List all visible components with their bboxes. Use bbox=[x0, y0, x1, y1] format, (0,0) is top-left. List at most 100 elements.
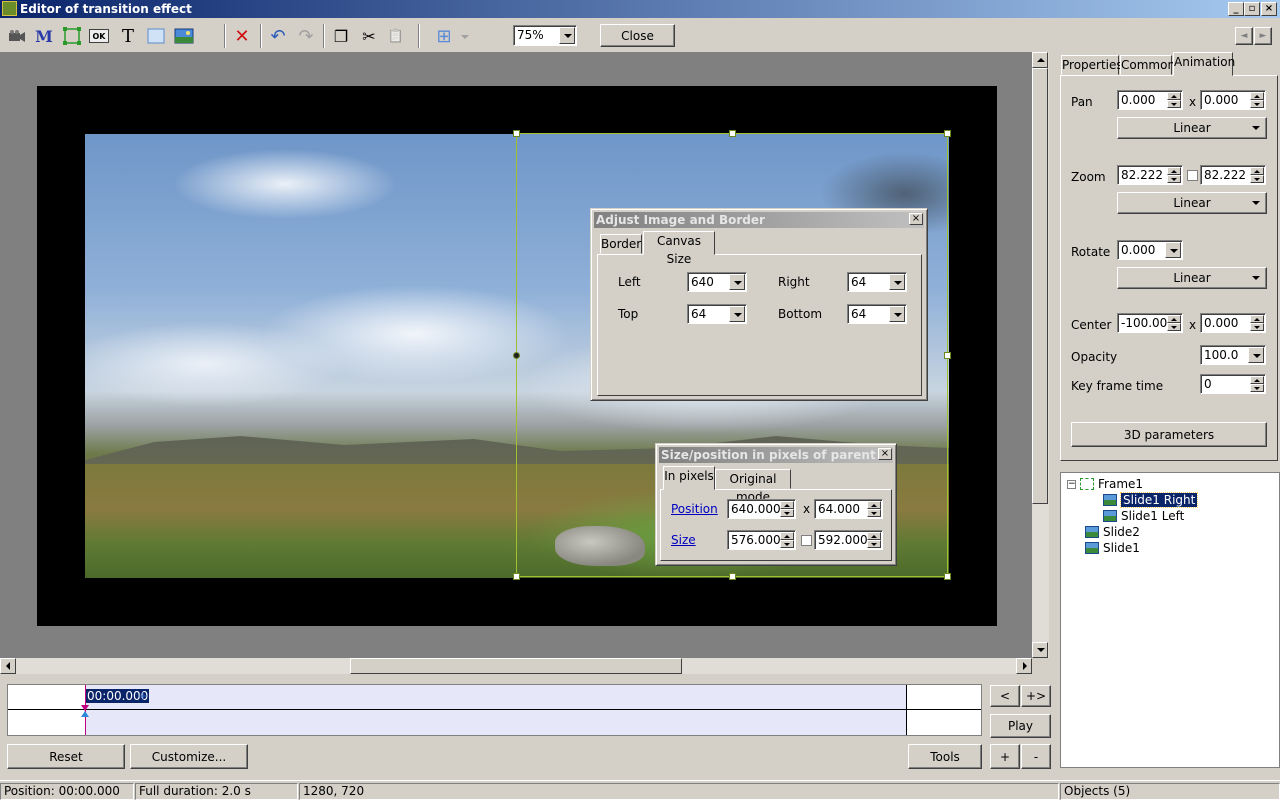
spinner[interactable] bbox=[1167, 315, 1181, 331]
canvas-vertical-scrollbar[interactable] bbox=[1032, 52, 1049, 658]
rotate-mode-dropdown[interactable]: Linear bbox=[1117, 267, 1267, 289]
rectangle-icon[interactable] bbox=[145, 25, 167, 47]
center-x-input[interactable]: -100.000 bbox=[1117, 313, 1183, 333]
tree-item-slide2[interactable]: Slide2 bbox=[1085, 525, 1140, 539]
camera-icon[interactable] bbox=[6, 25, 28, 47]
zoom-mode-dropdown[interactable]: Linear bbox=[1117, 192, 1267, 214]
minimize-button[interactable]: _ bbox=[1228, 2, 1244, 16]
nav-right-button[interactable]: ► bbox=[1254, 27, 1272, 45]
reset-button[interactable]: Reset bbox=[7, 744, 125, 769]
tools-button[interactable]: Tools bbox=[908, 744, 982, 769]
spinner[interactable] bbox=[1250, 167, 1264, 183]
pan-x-input[interactable]: 0.000 bbox=[1117, 90, 1183, 110]
top-select[interactable]: 64 bbox=[687, 304, 747, 324]
zoom-x-input[interactable]: 82.222 bbox=[1117, 165, 1183, 185]
scroll-right-button[interactable] bbox=[1016, 658, 1032, 674]
grid-dropdown-icon[interactable] bbox=[461, 35, 469, 39]
spinner[interactable] bbox=[1250, 315, 1264, 331]
copy-icon[interactable]: ❐ bbox=[330, 25, 352, 47]
redo-icon[interactable]: ↷ bbox=[295, 25, 317, 47]
play-button[interactable]: Play bbox=[990, 714, 1051, 738]
collapse-icon[interactable]: − bbox=[1067, 479, 1076, 489]
rotate-select[interactable]: 0.000 bbox=[1117, 240, 1183, 260]
tab-animation[interactable]: Animation bbox=[1173, 52, 1235, 76]
tab-common[interactable]: Common bbox=[1120, 55, 1175, 75]
tab-properties[interactable]: Properties bbox=[1061, 55, 1123, 75]
spinner[interactable] bbox=[1250, 92, 1264, 108]
resize-handle[interactable] bbox=[729, 573, 736, 580]
spinner[interactable] bbox=[867, 532, 881, 548]
zoom-y-input[interactable]: 82.222 bbox=[1200, 165, 1266, 185]
canvas-horizontal-scrollbar[interactable] bbox=[0, 658, 1032, 674]
spinner[interactable] bbox=[1167, 167, 1181, 183]
chevron-down-icon[interactable] bbox=[1248, 347, 1264, 363]
pan-mode-dropdown[interactable]: Linear bbox=[1117, 117, 1267, 139]
scroll-thumb[interactable] bbox=[1032, 68, 1048, 504]
position-y-input[interactable]: 64.000 bbox=[814, 499, 883, 519]
spinner[interactable] bbox=[780, 501, 794, 517]
tab-original-mode[interactable]: Original mode bbox=[715, 469, 791, 504]
spinner[interactable] bbox=[1250, 376, 1264, 392]
close-button[interactable]: Close bbox=[600, 24, 675, 47]
add-keyframe-button[interactable]: + bbox=[990, 744, 1020, 769]
pan-y-input[interactable]: 0.000 bbox=[1200, 90, 1266, 110]
scroll-thumb[interactable] bbox=[350, 658, 682, 674]
left-select[interactable]: 640 bbox=[687, 272, 747, 292]
chevron-down-icon[interactable] bbox=[559, 27, 575, 44]
resize-handle[interactable] bbox=[944, 352, 951, 359]
image-icon[interactable] bbox=[173, 25, 195, 47]
paste-icon[interactable]: 📋 bbox=[385, 25, 407, 47]
zoom-select[interactable]: 75% bbox=[513, 25, 577, 46]
3d-parameters-button[interactable]: 3D parameters bbox=[1071, 422, 1267, 447]
scroll-up-button[interactable] bbox=[1032, 52, 1048, 68]
customize-button[interactable]: Customize... bbox=[130, 744, 248, 769]
chevron-down-icon[interactable] bbox=[889, 306, 905, 322]
dialog-title[interactable]: Size/position in pixels of parent bbox=[659, 447, 893, 463]
tab-border[interactable]: Border bbox=[600, 234, 642, 254]
opacity-select[interactable]: 100.0 bbox=[1200, 345, 1266, 365]
position-x-input[interactable]: 640.000 bbox=[727, 499, 796, 519]
chevron-down-icon[interactable] bbox=[729, 274, 745, 290]
tab-canvas-size[interactable]: Canvas Size bbox=[643, 231, 715, 266]
tree-item-slide1-right[interactable]: Slide1 Right bbox=[1103, 492, 1199, 508]
resize-handle[interactable] bbox=[944, 573, 951, 580]
resize-handle[interactable] bbox=[729, 130, 736, 137]
remove-keyframe-button[interactable]: - bbox=[1021, 744, 1051, 769]
scroll-left-button[interactable] bbox=[0, 658, 16, 674]
size-link[interactable]: Size bbox=[671, 533, 696, 547]
delete-icon[interactable]: ✕ bbox=[231, 25, 253, 47]
spinner[interactable] bbox=[1167, 92, 1181, 108]
scroll-down-button[interactable] bbox=[1032, 642, 1048, 658]
text-icon[interactable]: T bbox=[117, 25, 139, 47]
prev-keyframe-button[interactable]: < bbox=[990, 685, 1020, 707]
tree-item-slide1[interactable]: Slide1 bbox=[1085, 541, 1140, 555]
bottom-select[interactable]: 64 bbox=[847, 304, 907, 324]
resize-handle[interactable] bbox=[513, 573, 520, 580]
tree-item-slide1-left[interactable]: Slide1 Left bbox=[1103, 509, 1184, 523]
resize-handle[interactable] bbox=[513, 130, 520, 137]
center-y-input[interactable]: 0.000 bbox=[1200, 313, 1266, 333]
dialog-title[interactable]: Adjust Image and Border bbox=[594, 212, 924, 228]
nav-left-button[interactable]: ◄ bbox=[1235, 27, 1253, 45]
tree-item-frame1[interactable]: − Frame1 bbox=[1067, 477, 1143, 491]
chevron-down-icon[interactable] bbox=[729, 306, 745, 322]
size-width-input[interactable]: 576.000 bbox=[727, 530, 796, 550]
grid-icon[interactable]: ⊞ bbox=[433, 25, 455, 47]
position-link[interactable]: Position bbox=[671, 502, 718, 516]
right-select[interactable]: 64 bbox=[847, 272, 907, 292]
zoom-lock-checkbox[interactable] bbox=[1187, 170, 1198, 181]
close-window-button[interactable]: × bbox=[1261, 2, 1277, 16]
button-object-icon[interactable]: OK bbox=[89, 29, 109, 43]
keyframe-marker-icon[interactable] bbox=[81, 711, 89, 717]
size-height-input[interactable]: 592.000 bbox=[814, 530, 883, 550]
close-icon[interactable]: × bbox=[878, 448, 892, 460]
close-icon[interactable]: × bbox=[909, 213, 923, 225]
next-keyframe-button[interactable]: +> bbox=[1021, 685, 1051, 707]
frame-icon[interactable] bbox=[61, 25, 83, 47]
keyframe-time-input[interactable]: 0 bbox=[1200, 374, 1266, 394]
spinner[interactable] bbox=[867, 501, 881, 517]
cut-icon[interactable]: ✂ bbox=[358, 25, 380, 47]
mask-icon[interactable]: M bbox=[33, 25, 55, 47]
lock-aspect-checkbox[interactable] bbox=[801, 535, 812, 546]
chevron-down-icon[interactable] bbox=[1165, 242, 1181, 258]
